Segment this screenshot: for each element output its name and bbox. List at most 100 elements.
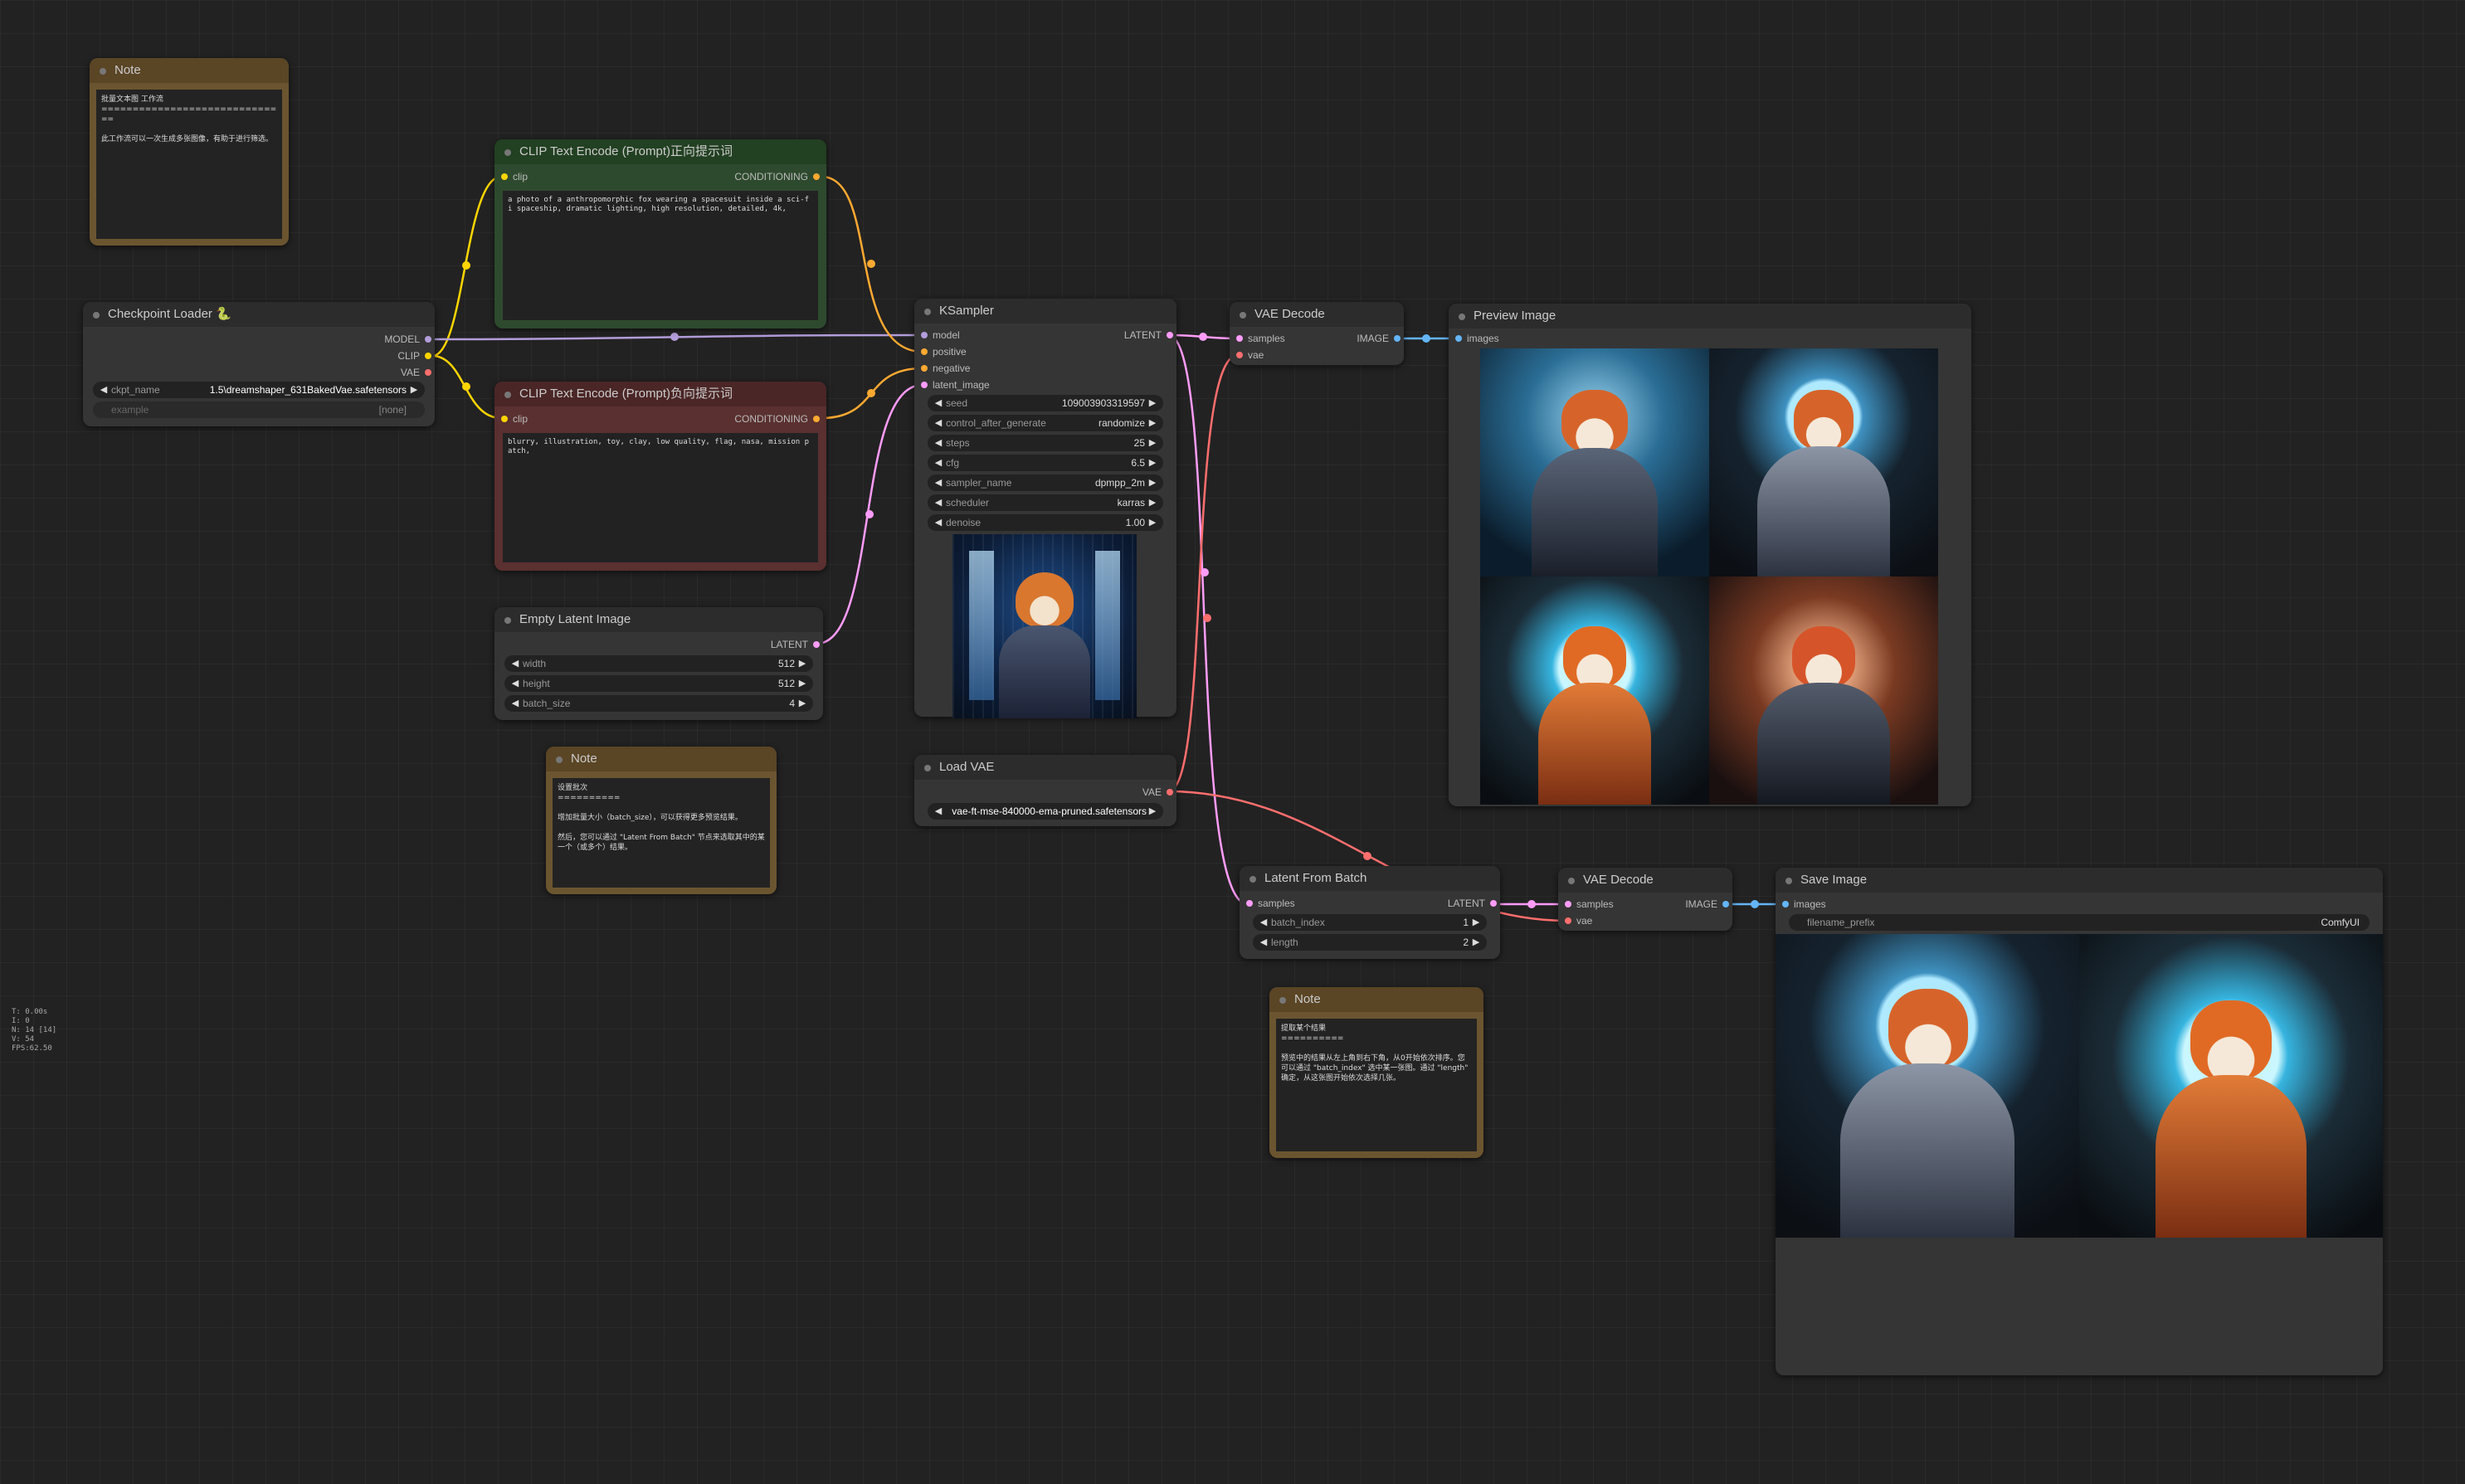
conditioning-pin-icon[interactable]: [813, 416, 820, 422]
arrow-right-icon[interactable]: ▶: [1147, 514, 1158, 531]
vae-decode-node-2[interactable]: VAE Decode samples vae IMAGE: [1558, 868, 1732, 931]
image-pin-icon[interactable]: [1394, 335, 1401, 342]
node-title[interactable]: Note: [1269, 987, 1483, 1012]
fox-image-2[interactable]: [1709, 348, 1938, 577]
arrow-right-icon[interactable]: ▶: [408, 382, 420, 398]
arrow-left-icon[interactable]: ◀: [933, 474, 944, 491]
node-title[interactable]: Save Image: [1776, 868, 2383, 893]
arrow-right-icon[interactable]: ▶: [796, 695, 808, 712]
clip-text-encode-positive-node[interactable]: CLIP Text Encode (Prompt)正向提示词 clip COND…: [494, 139, 826, 328]
latent-pin-icon[interactable]: [1236, 335, 1243, 342]
sampler-name-widget[interactable]: ◀ sampler_name dpmpp_2m ▶: [928, 474, 1163, 491]
clip-input-slot[interactable]: clip: [498, 411, 528, 426]
arrow-left-icon[interactable]: ◀: [509, 675, 521, 692]
node-title[interactable]: Note: [546, 747, 777, 771]
note-node-2[interactable]: Note 设置批次 ========== 增加批量大小（batch_size），…: [546, 747, 777, 894]
images-input-slot[interactable]: images: [1779, 897, 1826, 912]
fox-image-1[interactable]: [1480, 348, 1709, 577]
clip-input-slot[interactable]: clip: [498, 169, 528, 184]
latent-pin-icon[interactable]: [1246, 900, 1253, 907]
arrow-left-icon[interactable]: ◀: [933, 435, 944, 451]
arrow-left-icon[interactable]: ◀: [1258, 934, 1269, 951]
preview-grid-image[interactable]: [1480, 348, 1938, 805]
image-output-slot[interactable]: IMAGE: [1685, 897, 1732, 912]
samples-input-slot[interactable]: samples: [1243, 896, 1295, 911]
collapse-dot-icon[interactable]: [93, 312, 100, 319]
arrow-left-icon[interactable]: ◀: [933, 415, 944, 431]
arrow-right-icon[interactable]: ▶: [796, 655, 808, 672]
height-widget[interactable]: ◀ height 512 ▶: [504, 675, 813, 692]
node-title[interactable]: Empty Latent Image: [494, 607, 823, 632]
conditioning-pin-icon[interactable]: [813, 173, 820, 180]
model-input-slot[interactable]: model: [918, 328, 960, 343]
vae-pin-icon[interactable]: [425, 369, 431, 376]
note-node-3[interactable]: Note 提取某个结果 ========== 预览中的结果从左上角到右下角，从0…: [1269, 987, 1483, 1158]
collapse-dot-icon[interactable]: [100, 68, 106, 75]
vae-output-slot[interactable]: VAE: [401, 365, 435, 380]
collapse-dot-icon[interactable]: [1250, 876, 1256, 883]
checkpoint-loader-node[interactable]: Checkpoint Loader 🐍 MODEL CLIP VAE ◀ ckp…: [83, 302, 435, 426]
node-title[interactable]: KSampler: [914, 299, 1176, 324]
collapse-dot-icon[interactable]: [504, 617, 511, 624]
note-text[interactable]: 设置批次 ========== 增加批量大小（batch_size），可以获得更…: [553, 778, 770, 888]
collapse-dot-icon[interactable]: [924, 765, 931, 771]
latent-pin-icon[interactable]: [1565, 901, 1571, 907]
arrow-right-icon[interactable]: ▶: [796, 675, 808, 692]
node-title[interactable]: CLIP Text Encode (Prompt)正向提示词: [494, 139, 826, 164]
positive-input-slot[interactable]: positive: [918, 344, 967, 359]
arrow-left-icon[interactable]: ◀: [933, 803, 944, 820]
vae-pin-icon[interactable]: [1236, 352, 1243, 358]
clip-text-encode-negative-node[interactable]: CLIP Text Encode (Prompt)负向提示词 clip COND…: [494, 382, 826, 571]
fox-image-4[interactable]: [1709, 577, 1938, 805]
samples-input-slot[interactable]: samples: [1233, 331, 1285, 346]
vae-input-slot[interactable]: vae: [1561, 913, 1592, 928]
latent-from-batch-node[interactable]: Latent From Batch samples LATENT ◀ batch_…: [1240, 866, 1500, 959]
node-title[interactable]: Checkpoint Loader 🐍: [83, 302, 435, 327]
arrow-left-icon[interactable]: ◀: [1258, 914, 1269, 931]
model-pin-icon[interactable]: [425, 336, 431, 343]
example-widget[interactable]: example [none]: [93, 401, 425, 418]
saved-fox-image-2[interactable]: [2079, 934, 2383, 1238]
node-title[interactable]: Preview Image: [1449, 304, 1971, 328]
vae-output-slot[interactable]: VAE: [1142, 785, 1176, 800]
conditioning-output-slot[interactable]: CONDITIONING: [734, 411, 823, 426]
arrow-left-icon[interactable]: ◀: [933, 455, 944, 471]
latent-image-input-slot[interactable]: latent_image: [918, 377, 990, 392]
arrow-right-icon[interactable]: ▶: [1147, 455, 1158, 471]
arrow-right-icon[interactable]: ▶: [1147, 435, 1158, 451]
ksampler-node[interactable]: KSampler model positive negative latent_…: [914, 299, 1176, 718]
cfg-widget[interactable]: ◀ cfg 6.5 ▶: [928, 455, 1163, 471]
batch-size-widget[interactable]: ◀ batch_size 4 ▶: [504, 695, 813, 712]
latent-output-slot[interactable]: LATENT: [771, 637, 823, 652]
length-widget[interactable]: ◀ length 2 ▶: [1253, 934, 1487, 951]
width-widget[interactable]: ◀ width 512 ▶: [504, 655, 813, 672]
clip-output-slot[interactable]: CLIP: [397, 348, 435, 363]
control-after-generate-widget[interactable]: ◀ control_after_generate randomize ▶: [928, 415, 1163, 431]
prompt-textarea[interactable]: blurry, illustration, toy, clay, low qua…: [503, 433, 818, 562]
prompt-textarea[interactable]: a photo of a anthropomorphic fox wearing…: [503, 191, 818, 320]
note-text[interactable]: 提取某个结果 ========== 预览中的结果从左上角到右下角，从0开始依次排…: [1276, 1019, 1477, 1151]
latent-pin-icon[interactable]: [813, 641, 820, 648]
conditioning-pin-icon[interactable]: [921, 365, 928, 372]
latent-pin-icon[interactable]: [1167, 332, 1173, 338]
latent-output-slot[interactable]: LATENT: [1124, 328, 1176, 343]
latent-output-slot[interactable]: LATENT: [1448, 896, 1500, 911]
steps-widget[interactable]: ◀ steps 25 ▶: [928, 435, 1163, 451]
seed-widget[interactable]: ◀ seed 1090039033195​97 ▶: [928, 395, 1163, 411]
node-title[interactable]: Load VAE: [914, 755, 1176, 780]
model-output-slot[interactable]: MODEL: [384, 332, 435, 347]
conditioning-pin-icon[interactable]: [921, 348, 928, 355]
conditioning-output-slot[interactable]: CONDITIONING: [734, 169, 823, 184]
samples-input-slot[interactable]: samples: [1561, 897, 1614, 912]
latent-pin-icon[interactable]: [921, 382, 928, 388]
image-pin-icon[interactable]: [1782, 901, 1789, 907]
image-output-slot[interactable]: IMAGE: [1357, 331, 1404, 346]
arrow-right-icon[interactable]: ▶: [1470, 914, 1482, 931]
filename-prefix-widget[interactable]: filename_prefix ComfyUI: [1789, 914, 2370, 931]
collapse-dot-icon[interactable]: [1459, 314, 1465, 320]
vae-pin-icon[interactable]: [1565, 917, 1571, 924]
node-title[interactable]: Note: [90, 58, 289, 83]
ckpt-name-combo[interactable]: ◀ ckpt_name 1.5\dreamshaper_631BakedVae.…: [93, 382, 425, 398]
vae-name-combo[interactable]: ◀ vae-ft-mse-840000-ema-pruned.safetensor…: [928, 803, 1163, 820]
collapse-dot-icon[interactable]: [1279, 997, 1286, 1004]
